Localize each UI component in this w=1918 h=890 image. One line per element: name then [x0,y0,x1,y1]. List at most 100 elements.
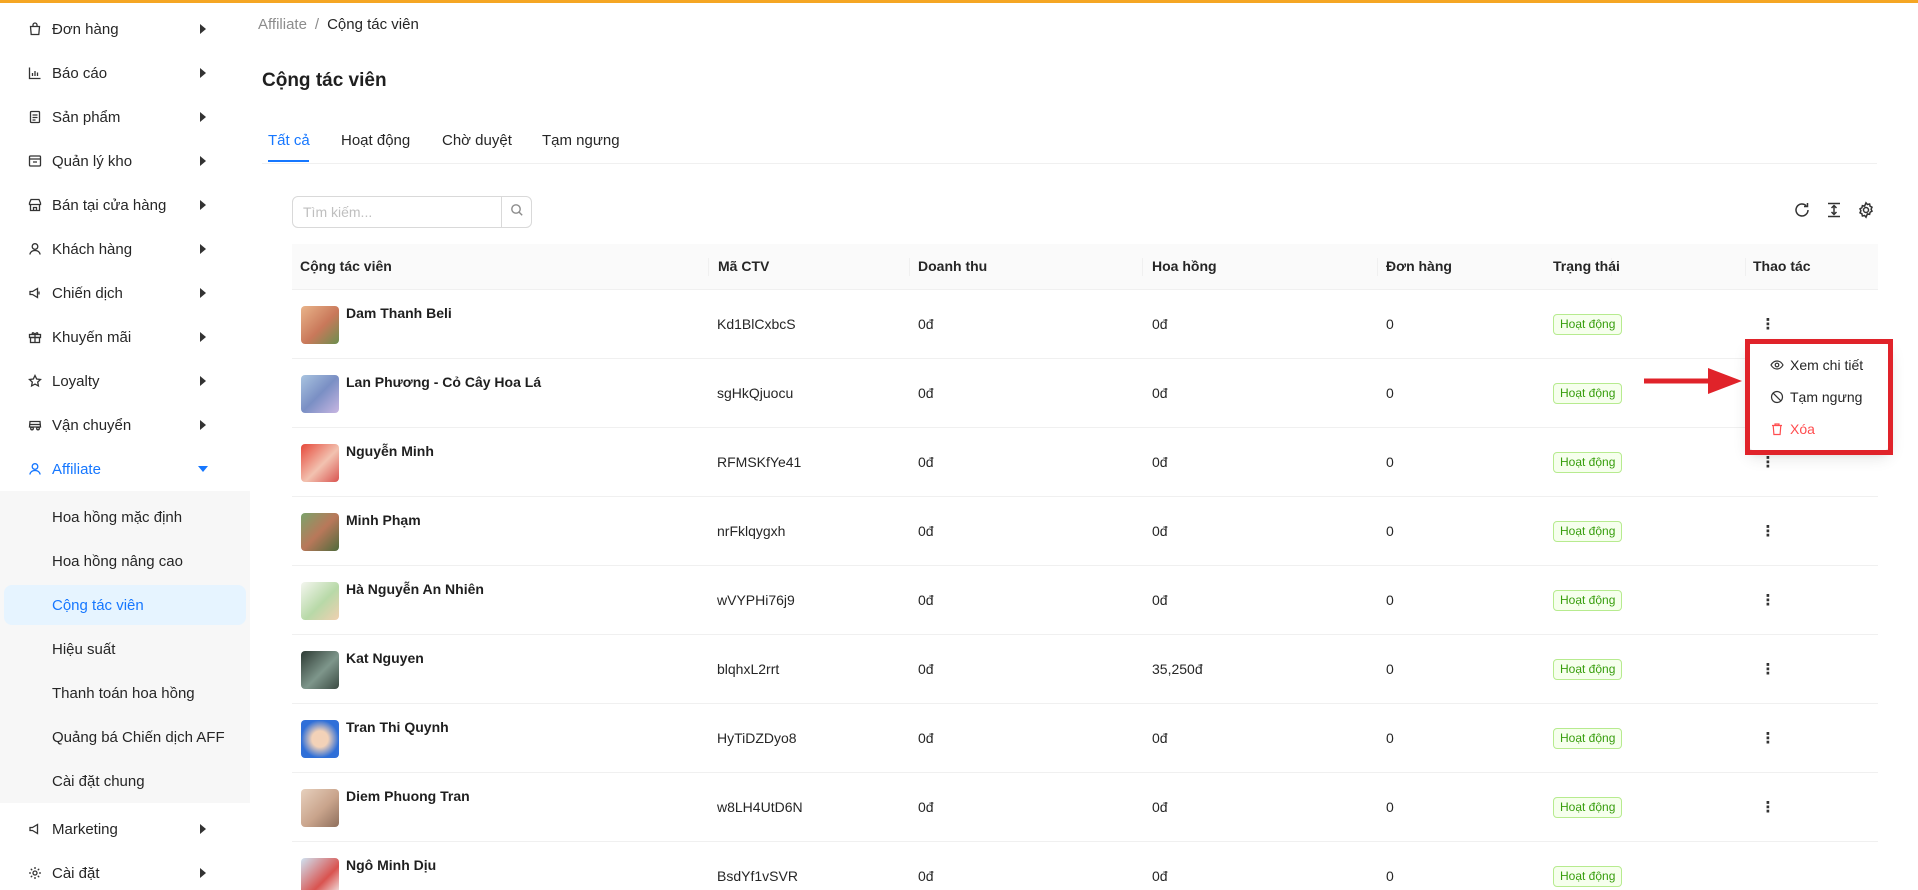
more-actions-button[interactable]: ⋮ [1760,452,1776,472]
avatar [301,513,339,551]
sidebar-item-loyalty[interactable]: Loyalty [0,359,250,403]
sidebar-item-store[interactable]: Bán tại cửa hàng [0,183,250,227]
status-tabs: Tất cả Hoạt động Chờ duyệt Tạm ngưng [262,128,1877,164]
caret-right-icon [200,112,206,122]
collaborator-code: nrFklqygxh [717,523,786,539]
search-input[interactable] [293,197,501,227]
collaborator-name[interactable]: Minh Phạm [346,512,421,528]
column-header-code: Mã CTV [718,258,770,274]
more-actions-button[interactable]: ⋮ [1760,314,1776,334]
reload-button[interactable] [1792,202,1812,222]
more-actions-button[interactable]: ⋮ [1760,659,1776,679]
submenu-item-aff-campaign-promotion[interactable]: Quảng bá Chiến dịch AFF [4,717,246,757]
revenue-value: 0đ [918,385,934,401]
more-actions-button[interactable]: ⋮ [1760,797,1776,817]
document-icon [27,109,43,125]
affiliate-submenu: Hoa hồng mặc định Hoa hồng nâng cao Cộng… [0,491,250,803]
table-settings-button[interactable] [1856,200,1876,222]
submenu-item-performance[interactable]: Hiệu suất [4,629,246,669]
suspend-menu-item[interactable]: Tạm ngưng [1752,382,1886,412]
caret-right-icon [200,24,206,34]
page-title: Cộng tác viên [262,70,387,91]
sidebar-item-promotions[interactable]: Khuyến mãi [0,315,250,359]
table-row: Nguyễn Minh RFMSKfYe41 0đ 0đ 0 Hoạt động… [292,428,1878,497]
sidebar-item-warehouse[interactable]: Quản lý kho [0,139,250,183]
caret-right-icon [200,376,206,386]
submenu-item-commission-payment[interactable]: Thanh toán hoa hồng [4,673,246,713]
commission-value: 0đ [1152,454,1168,470]
submenu-item-collaborators[interactable]: Cộng tác viên [4,585,246,625]
collaborator-name[interactable]: Lan Phương - Cỏ Cây Hoa Lá [346,374,541,390]
active-tab-indicator [268,160,309,162]
orders-value: 0 [1386,592,1394,608]
more-actions-button[interactable]: ⋮ [1760,728,1776,748]
tab-suspended[interactable]: Tạm ngưng [542,132,620,149]
customer-icon [27,241,43,257]
gear-icon [27,865,43,881]
sidebar-item-label: Quản lý kho [52,152,133,170]
table-row: Kat Nguyen blqhxL2rrt 0đ 35,250đ 0 Hoạt … [292,635,1878,704]
sidebar-item-orders[interactable]: Đơn hàng [0,7,250,51]
sidebar-item-customers[interactable]: Khách hàng [0,227,250,271]
submenu-item-default-commission[interactable]: Hoa hồng mặc định [4,497,246,537]
breadcrumb-parent-link[interactable]: Affiliate [258,16,307,33]
sidebar-item-affiliate[interactable]: Affiliate [0,447,250,491]
avatar [301,858,339,890]
orders-value: 0 [1386,316,1394,332]
revenue-value: 0đ [918,730,934,746]
sidebar-item-marketing[interactable]: Marketing [0,807,250,851]
submenu-item-advanced-commission[interactable]: Hoa hồng nâng cao [4,541,246,581]
sidebar-item-reports[interactable]: Báo cáo [0,51,250,95]
sidebar: Đơn hàng Báo cáo Sản phẩm Quản lý kho Bá… [0,3,250,890]
search-button[interactable] [501,197,531,227]
collaborator-name[interactable]: Diem Phuong Tran [346,788,470,804]
collaborator-code: blqhxL2rrt [717,661,780,677]
orders-value: 0 [1386,523,1394,539]
table-row: Dam Thanh Beli Kd1BlCxbcS 0đ 0đ 0 Hoạt đ… [292,290,1878,359]
collaborator-code: sgHkQjuocu [717,385,794,401]
revenue-value: 0đ [918,316,934,332]
sidebar-item-campaigns[interactable]: Chiến dịch [0,271,250,315]
commission-value: 0đ [1152,316,1168,332]
search-box [292,196,532,228]
caret-right-icon [200,288,206,298]
commission-value: 0đ [1152,385,1168,401]
reload-icon [1793,201,1811,224]
sidebar-item-products[interactable]: Sản phẩm [0,95,250,139]
collaborator-name[interactable]: Ngô Minh Dịu [346,857,436,873]
column-header-orders: Đơn hàng [1386,258,1452,274]
column-header-status: Trạng thái [1553,258,1620,274]
tab-active[interactable]: Hoạt động [341,132,410,149]
collaborator-name[interactable]: Tran Thi Quynh [346,719,449,735]
revenue-value: 0đ [918,523,934,539]
tab-all[interactable]: Tất cả [268,132,310,149]
collaborator-name[interactable]: Nguyễn Minh [346,443,434,459]
collaborator-code: w8LH4UtD6N [717,799,803,815]
collaborator-name[interactable]: Hà Nguyễn An Nhiên [346,581,484,597]
collaborator-code: Kd1BlCxbcS [717,316,796,332]
stop-icon [1770,390,1784,404]
column-height-button[interactable] [1824,202,1844,222]
commission-value: 0đ [1152,799,1168,815]
view-detail-menu-item[interactable]: Xem chi tiết [1752,350,1886,380]
caret-right-icon [200,244,206,254]
sidebar-item-shipping[interactable]: Vận chuyển [0,403,250,447]
caret-right-icon [200,332,206,342]
avatar [301,582,339,620]
sidebar-item-label: Đơn hàng [52,20,119,38]
search-icon [510,203,524,222]
collaborator-name[interactable]: Kat Nguyen [346,650,424,666]
collaborator-name[interactable]: Dam Thanh Beli [346,305,452,321]
sidebar-item-settings[interactable]: Cài đặt [0,851,250,890]
more-actions-button[interactable]: ⋮ [1760,590,1776,610]
submenu-item-general-settings[interactable]: Cài đặt chung [4,761,246,801]
avatar [301,444,339,482]
revenue-value: 0đ [918,868,934,884]
status-badge: Hoạt động [1553,452,1623,473]
annotation-arrow-icon [1644,368,1742,394]
delete-menu-item[interactable]: Xóa [1752,414,1886,444]
more-actions-button[interactable]: ⋮ [1760,521,1776,541]
column-header-actions: Thao tác [1753,258,1811,274]
tab-pending[interactable]: Chờ duyệt [442,132,512,149]
gift-icon [27,329,43,345]
